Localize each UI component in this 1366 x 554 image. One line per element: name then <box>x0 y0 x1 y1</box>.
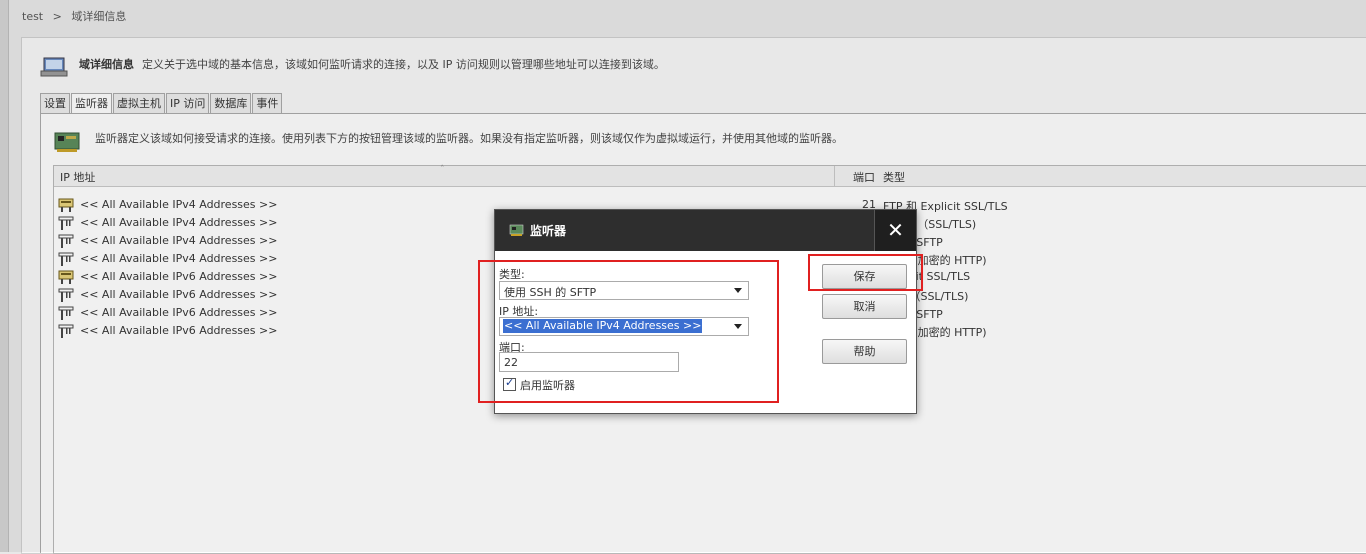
close-icon[interactable]: ✕ <box>874 210 916 251</box>
listener-icon <box>509 223 525 237</box>
save-highlight-box <box>808 254 923 291</box>
help-button[interactable]: 帮助 <box>822 339 907 364</box>
dialog-titlebar[interactable]: 监听器 ✕ <box>495 210 916 251</box>
cancel-button[interactable]: 取消 <box>822 294 907 319</box>
form-highlight-box <box>478 260 779 403</box>
dialog-title: 监听器 <box>530 224 567 238</box>
